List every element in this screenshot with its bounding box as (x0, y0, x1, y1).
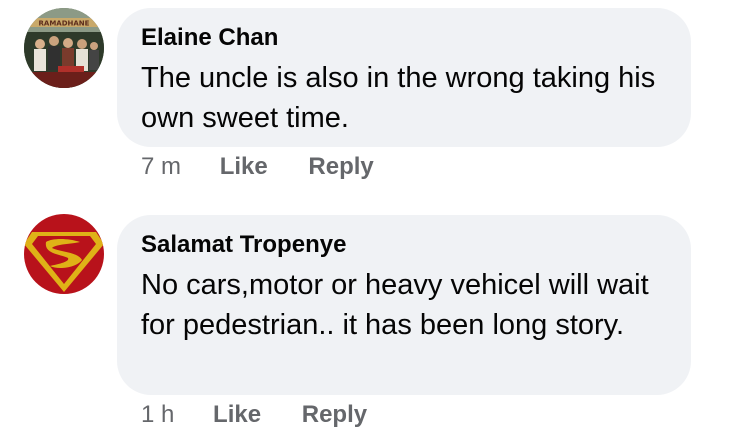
comment-text: No cars,motor or heavy vehicel will wait… (141, 269, 649, 341)
comment-bubble: Elaine Chan The uncle is also in the wro… (117, 8, 691, 147)
reply-button[interactable]: Reply (302, 401, 367, 429)
comment-author[interactable]: Elaine Chan (141, 24, 667, 52)
avatar[interactable]: RAMADHANE (24, 8, 104, 88)
comment-timestamp[interactable]: 1 h (141, 401, 174, 429)
superman-logo-avatar-icon (24, 214, 104, 294)
comment-2: Salamat Tropenye No cars,motor or heavy … (0, 200, 750, 440)
comment-text: The uncle is also in the wrong taking hi… (141, 62, 656, 134)
group-photo-avatar-icon: RAMADHANE (24, 8, 104, 88)
comment-actions: 1 h Like Reply (141, 401, 367, 429)
comment-1: RAMADHANE Elaine Chan The uncle is also … (0, 0, 750, 190)
comment-bubble: Salamat Tropenye No cars,motor or heavy … (117, 215, 691, 395)
reply-button[interactable]: Reply (308, 153, 373, 181)
comment-timestamp[interactable]: 7 m (141, 153, 181, 181)
like-button[interactable]: Like (220, 153, 268, 181)
avatar[interactable] (24, 214, 104, 294)
like-button[interactable]: Like (213, 401, 261, 429)
comment-actions: 7 m Like Reply (141, 153, 374, 181)
comment-author[interactable]: Salamat Tropenye (141, 231, 667, 259)
svg-text:RAMADHANE: RAMADHANE (39, 20, 90, 28)
